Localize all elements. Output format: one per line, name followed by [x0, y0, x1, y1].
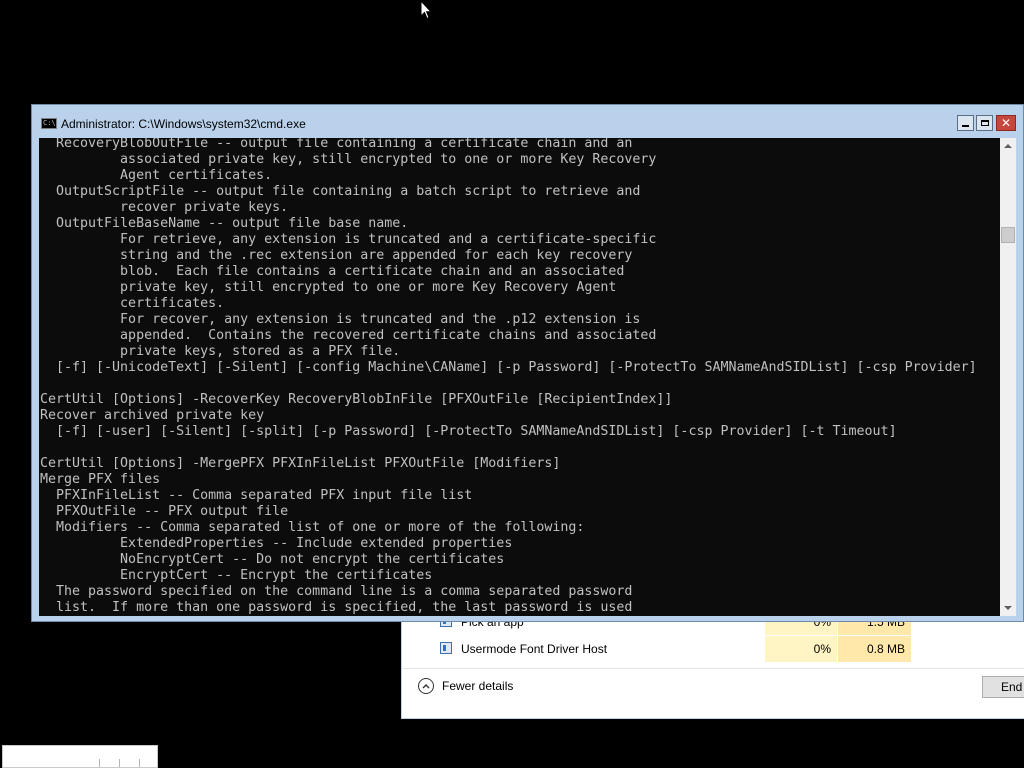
console-line: EncryptCert -- Encrypt the certificates	[40, 568, 433, 583]
console-line: PFXOutFile -- PFX output file	[40, 504, 289, 519]
console-line: private keys, stored as a PFX file.	[40, 344, 401, 359]
maximize-icon	[980, 120, 989, 126]
console-line: Agent certificates.	[40, 168, 273, 183]
scroll-down-arrow[interactable]	[1000, 600, 1016, 616]
window-title: Administrator: C:\Windows\system32\cmd.e…	[61, 117, 306, 131]
scroll-thumb[interactable]	[1001, 227, 1015, 243]
chevron-up-icon	[1004, 144, 1012, 148]
minimize-button[interactable]	[957, 115, 974, 131]
console-line: appended. Contains the recovered certifi…	[40, 328, 657, 343]
console-line: PFXInFileList -- Comma separated PFX inp…	[40, 488, 473, 503]
console-line: The password specified on the command li…	[40, 584, 633, 599]
cmd-icon: C:\	[41, 118, 57, 129]
process-memory: 0.8 MB	[838, 636, 911, 662]
console-text: RecoveryBlobOutFile -- output file conta…	[40, 138, 977, 616]
console-line: Recover archived private key	[40, 408, 265, 423]
minimize-icon	[962, 124, 969, 127]
stub-divider	[99, 759, 114, 767]
fewer-details-label: Fewer details	[442, 679, 514, 693]
console-line: NoEncryptCert -- Do not encrypt the cert…	[40, 552, 505, 567]
task-manager-footer: Fewer details End t	[402, 668, 1024, 718]
console-line: list. If more than one password is speci…	[40, 600, 633, 615]
console-line: CertUtil [Options] -MergePFX PFXInFileLi…	[40, 456, 561, 471]
console-line: For recover, any extension is truncated …	[40, 312, 641, 327]
stub-divider	[119, 759, 134, 767]
app-window-icon	[440, 642, 452, 654]
close-button[interactable]: ✕	[996, 115, 1016, 131]
process-name: Usermode Font Driver Host	[461, 642, 608, 656]
console-line: RecoveryBlobOutFile -- output file conta…	[40, 138, 633, 151]
minimized-window-stub[interactable]	[2, 745, 158, 768]
console-line: OutputScriptFile -- output file containi…	[40, 184, 641, 199]
end-task-button[interactable]: End t	[982, 676, 1024, 698]
console-line: ExtendedProperties -- Include extended p…	[40, 536, 513, 551]
process-row[interactable]: Usermode Font Driver Host 0% 0.8 MB	[410, 636, 1024, 662]
console-line: [-f] [-user] [-Silent] [-split] [-p Pass…	[40, 424, 897, 439]
process-cpu: 0%	[765, 636, 837, 662]
chevron-down-icon	[1004, 606, 1012, 610]
vertical-scrollbar[interactable]	[1000, 138, 1016, 616]
fewer-details-button[interactable]: Fewer details	[418, 675, 513, 697]
console-output[interactable]: RecoveryBlobOutFile -- output file conta…	[39, 138, 1000, 616]
title-bar[interactable]: C:\ Administrator: C:\Windows\system32\c…	[32, 105, 1023, 139]
maximize-button[interactable]	[976, 115, 993, 131]
console-line: string and the .rec extension are append…	[40, 248, 633, 263]
console-line: OutputFileBaseName -- output file base n…	[40, 216, 409, 231]
console-line: blob. Each file contains a certificate c…	[40, 264, 625, 279]
arrow-cursor-icon	[420, 0, 432, 20]
scroll-up-arrow[interactable]	[1000, 138, 1016, 154]
console-line: associated private key, still encrypted …	[40, 152, 657, 167]
console-line: For retrieve, any extension is truncated…	[40, 232, 657, 247]
console-line: Merge PFX files	[40, 472, 161, 487]
console-line: [-f] [-UnicodeText] [-Silent] [-config M…	[40, 360, 977, 375]
chevron-up-circle-icon	[418, 678, 434, 694]
stub-divider	[139, 759, 154, 767]
console-line: recover private keys.	[40, 200, 289, 215]
cmd-window: C:\ Administrator: C:\Windows\system32\c…	[31, 104, 1024, 622]
console-line: Modifiers -- Comma separated list of one…	[40, 520, 585, 535]
console-line: certificates.	[40, 296, 225, 311]
console-line: private key, still encrypted to one or m…	[40, 280, 617, 295]
console-line: CertUtil [Options] -RecoverKey RecoveryB…	[40, 392, 673, 407]
close-icon: ✕	[1000, 116, 1012, 130]
